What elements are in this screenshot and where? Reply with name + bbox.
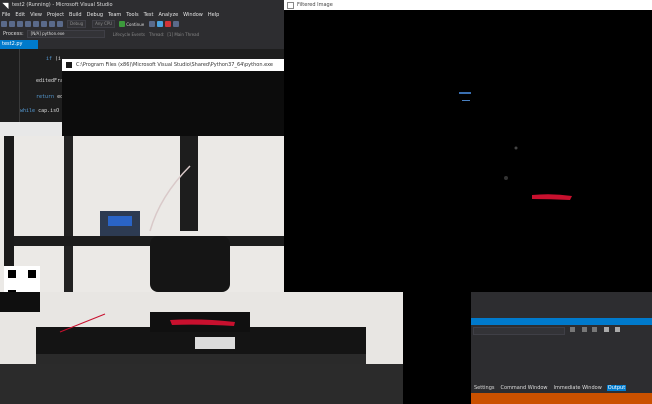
- config-select[interactable]: Debug: [67, 20, 87, 28]
- word-wrap-icon[interactable]: [615, 327, 620, 332]
- menu-team[interactable]: Team: [108, 12, 121, 18]
- code-line-editedframe: editedFra: [36, 78, 64, 84]
- filtered-title-bar: Filtered Image: [284, 0, 652, 10]
- code-line-if: if (i: [46, 56, 61, 62]
- continue-icon[interactable]: [119, 21, 126, 27]
- code-text: (i: [52, 56, 62, 62]
- menu-tools[interactable]: Tools: [126, 12, 138, 18]
- tab-command-window[interactable]: Command Window: [500, 385, 549, 391]
- debug-location-toolbar: Process: [N/A] python.exe Lifecycle Even…: [0, 29, 284, 39]
- console-title-bar: C:\Program Files (x86)\Microsoft Visual …: [62, 59, 284, 71]
- visual-studio-logo-icon: ◥: [2, 0, 9, 10]
- menu-file[interactable]: File: [2, 12, 10, 18]
- output-source-select[interactable]: [473, 327, 565, 335]
- save-all-icon[interactable]: [41, 21, 47, 27]
- thread-select[interactable]: [1] Main Thread: [167, 32, 199, 37]
- next-message-icon[interactable]: [592, 327, 597, 332]
- mask-blob-blue: [459, 92, 471, 94]
- pause-icon[interactable]: [157, 21, 164, 27]
- platform-select[interactable]: Any CPU: [92, 20, 116, 28]
- tab-output[interactable]: Output: [606, 385, 627, 391]
- console-title: C:\Program Files (x86)\Microsoft Visual …: [76, 62, 273, 68]
- filtered-mask-image: [459, 92, 572, 200]
- process-label: Process:: [3, 31, 24, 37]
- process-select[interactable]: [N/A] python.exe: [26, 30, 105, 38]
- lifecycle-events-button[interactable]: Lifecycle Events: [113, 32, 145, 37]
- mask-blob-blue-2: [462, 100, 470, 101]
- filtered-window-title: Filtered Image: [297, 2, 333, 8]
- open-file-icon[interactable]: [25, 21, 31, 27]
- menu-project[interactable]: Project: [47, 12, 64, 18]
- menu-analyze[interactable]: Analyze: [158, 12, 178, 18]
- new-project-icon[interactable]: [17, 21, 23, 27]
- black-region: [403, 292, 471, 404]
- output-panel-header: [471, 318, 652, 325]
- undo-icon[interactable]: [49, 21, 55, 27]
- restart-icon[interactable]: [173, 21, 180, 27]
- forward-icon[interactable]: [9, 21, 15, 27]
- clear-all-icon[interactable]: [604, 327, 609, 332]
- menu-window[interactable]: Window: [183, 12, 203, 18]
- tab-test2-py[interactable]: test2.py: [0, 40, 38, 49]
- menu-test[interactable]: Test: [144, 12, 154, 18]
- tab-settings[interactable]: Settings: [473, 385, 496, 391]
- code-text: cap.isO: [35, 108, 60, 114]
- prev-message-icon[interactable]: [582, 327, 587, 332]
- menu-edit[interactable]: Edit: [15, 12, 25, 18]
- vs-title-bar: ◥ test2 (Running) - Microsoft Visual Stu…: [0, 0, 284, 10]
- mask-noise: [514, 146, 518, 150]
- find-icon[interactable]: [570, 327, 575, 332]
- code-line-return: return ed: [36, 94, 63, 100]
- menu-help[interactable]: Help: [208, 12, 219, 18]
- vs-window-title: test2 (Running) - Microsoft Visual Studi…: [12, 2, 113, 8]
- menu-debug[interactable]: Debug: [87, 12, 103, 18]
- vs-toolbar: Debug Any CPU Continue: [0, 19, 284, 29]
- code-line-while: while cap.isO: [20, 108, 59, 114]
- save-icon[interactable]: [33, 21, 39, 27]
- keyword-while: while: [20, 108, 36, 114]
- continue-button[interactable]: Continue: [126, 22, 144, 27]
- thread-label: Thread:: [149, 31, 165, 37]
- vs-status-bar-running: [471, 393, 652, 404]
- back-icon[interactable]: [1, 21, 7, 27]
- menu-view[interactable]: View: [30, 12, 42, 18]
- document-tab-strip: [0, 39, 284, 49]
- attach-icon[interactable]: [149, 21, 156, 27]
- mask-noise-2: [504, 176, 508, 180]
- mask-blob-red: [532, 194, 572, 200]
- camera-frame-image: [0, 136, 284, 292]
- stop-icon[interactable]: [165, 21, 172, 27]
- printer-bed-image: [0, 292, 403, 404]
- redo-icon[interactable]: [57, 21, 63, 27]
- keyword-return: return: [36, 94, 55, 100]
- menu-build[interactable]: Build: [69, 12, 82, 18]
- console-icon: [66, 62, 72, 68]
- output-tab-strip: Settings Command Window Immediate Window…: [471, 383, 652, 393]
- vs-menu-bar: File Edit View Project Build Debug Team …: [0, 10, 284, 19]
- window-icon: [287, 1, 294, 9]
- tab-immediate-window[interactable]: Immediate Window: [553, 385, 603, 391]
